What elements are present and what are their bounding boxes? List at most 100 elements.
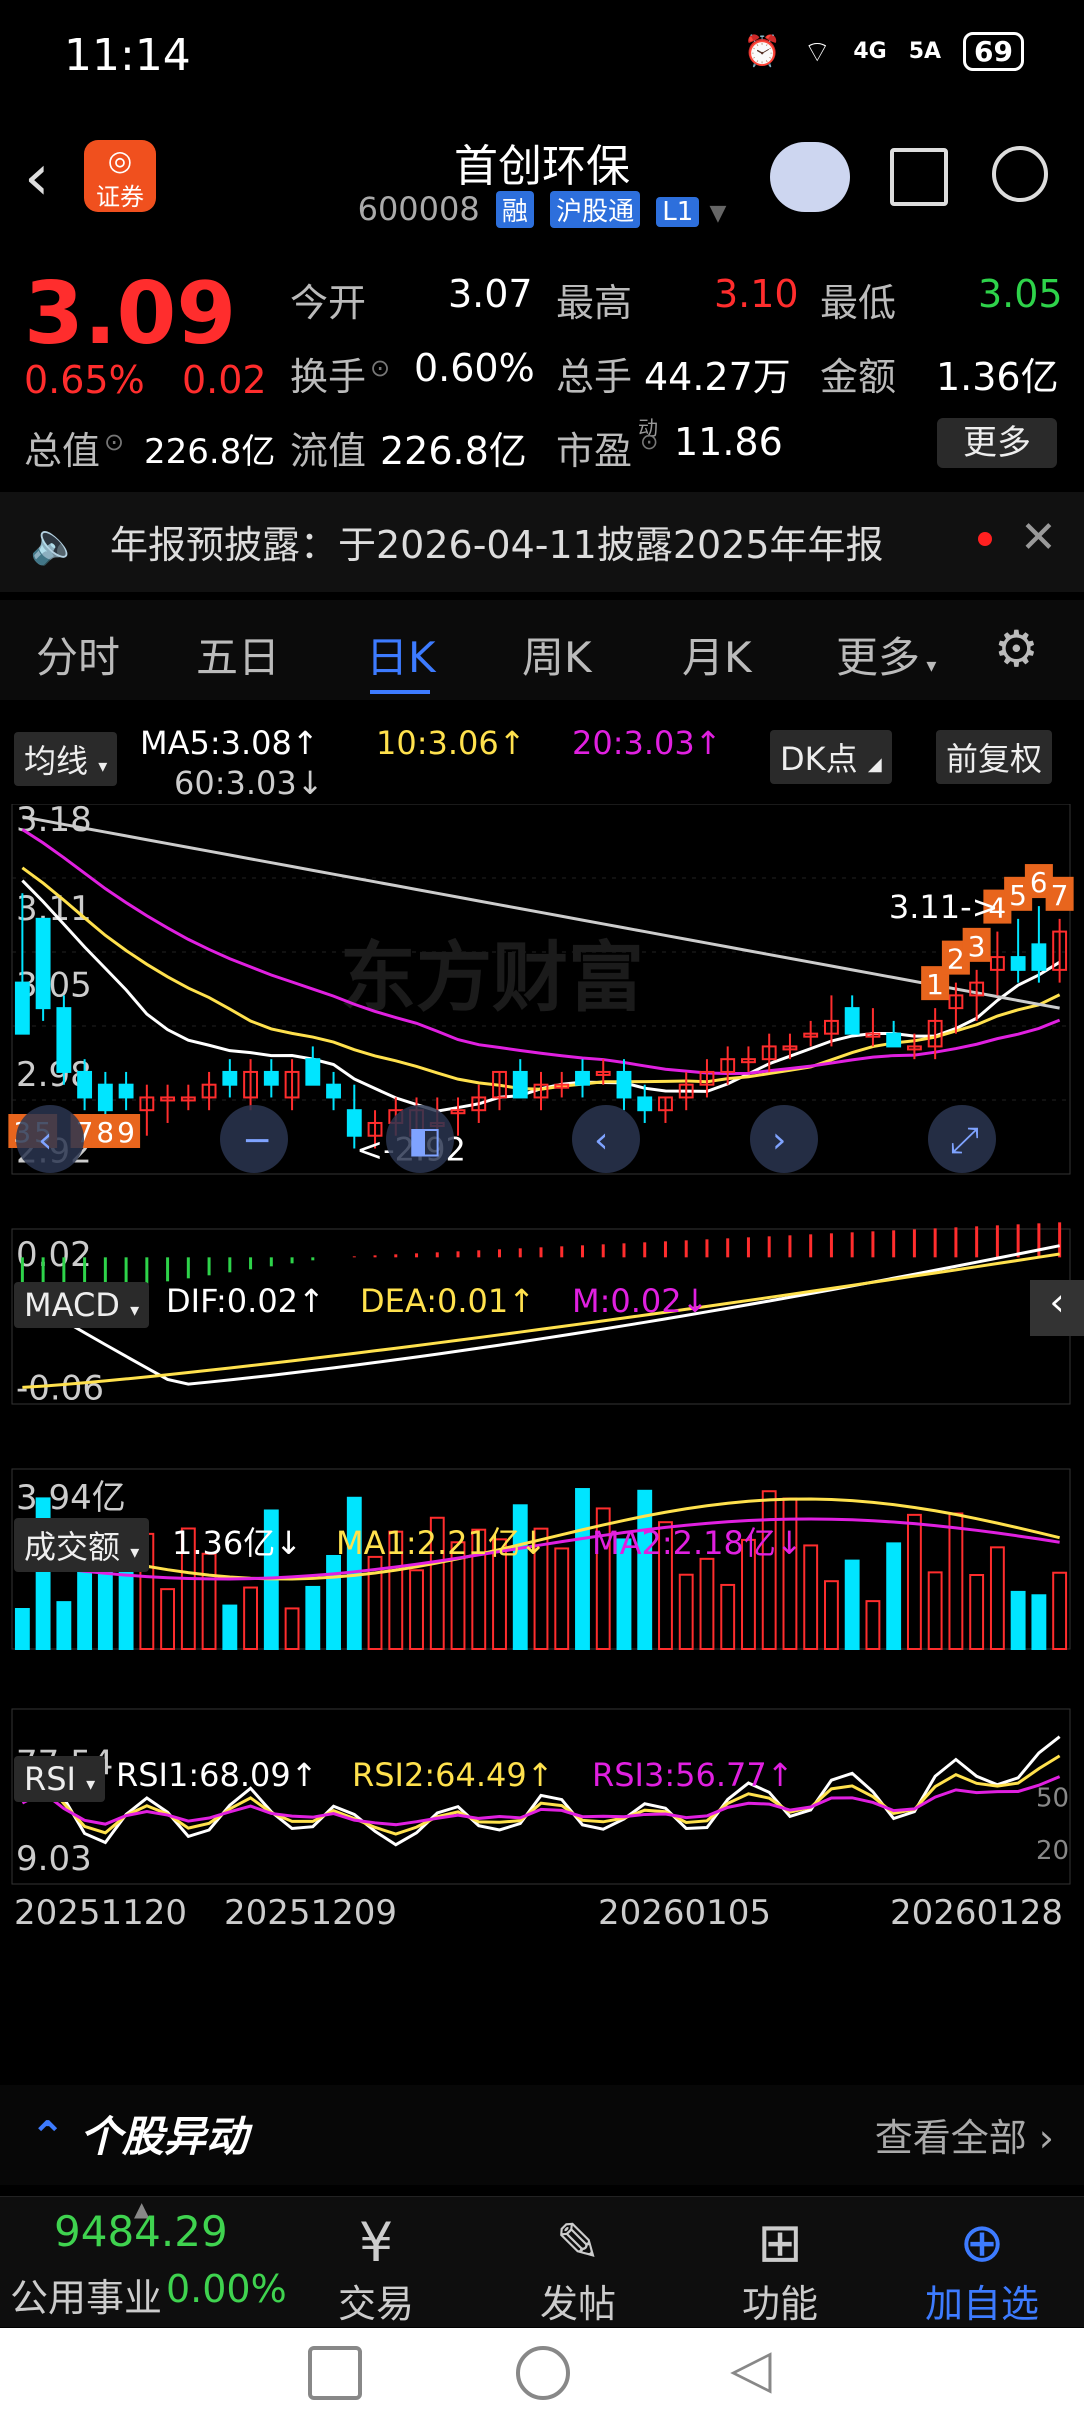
signal-mark-label: 1 bbox=[926, 968, 944, 1001]
volume-bar bbox=[284, 1607, 300, 1650]
candle-body bbox=[1031, 943, 1047, 971]
tab-weekly-k[interactable]: 周K bbox=[522, 624, 592, 685]
open-value: 3.07 bbox=[448, 272, 533, 316]
tab-monthly-k[interactable]: 月K bbox=[682, 624, 752, 685]
kline-chart-area[interactable]: 均线 ▾ MA5:3.08↑ 10:3.06↑ 20:3.03↑ 60:3.03… bbox=[0, 704, 1084, 2084]
notice-banner[interactable]: 🔈 年报预披露：于2026-04-11披露2025年年报 ✕ bbox=[0, 492, 1084, 592]
tag-margin: 融 bbox=[495, 191, 534, 228]
search-icon[interactable] bbox=[992, 146, 1048, 202]
rsi3-legend: RSI3:56.77↑ bbox=[592, 1756, 794, 1794]
function-button[interactable]: 功能 bbox=[710, 2273, 850, 2328]
add-watchlist-button[interactable]: 加自选 bbox=[912, 2273, 1052, 2328]
volume-bar bbox=[948, 1512, 964, 1650]
adjust-button[interactable]: 前复权 bbox=[936, 730, 1053, 784]
candle-body bbox=[886, 1032, 902, 1048]
tab-intraday[interactable]: 分时 bbox=[36, 624, 120, 685]
volume-bar bbox=[803, 1544, 819, 1650]
date-axis-label: 20260105 bbox=[598, 1893, 771, 1933]
volume-selector[interactable]: 成交额 ▾ bbox=[14, 1518, 150, 1572]
signal-5a-label: 5A bbox=[908, 39, 942, 64]
kline-svg[interactable]: 东方财富3.183.113.052.982.923578912345673.11… bbox=[0, 804, 1084, 2084]
pe-label: 市盈 bbox=[556, 429, 633, 473]
bottom-toolbar: ▲ 9484.29 公用事业 0.00% ¥ 交易 ✎ 发帖 ⊞ 功能 ⊕ 加自… bbox=[0, 2196, 1084, 2327]
tab-more[interactable]: 更多 ▾ bbox=[836, 624, 936, 685]
amount-label: 金额 bbox=[820, 355, 897, 399]
trade-icon[interactable]: ¥ bbox=[306, 2211, 446, 2274]
candle-body bbox=[637, 1096, 653, 1112]
volume-bar bbox=[160, 1588, 176, 1650]
max-price-note: 3.11-> bbox=[889, 888, 999, 926]
stock-alerts-section[interactable]: ⌃ 个股异动 查看全部 › bbox=[0, 2085, 1084, 2185]
function-icon[interactable]: ⊞ bbox=[710, 2211, 850, 2274]
mktcap-value: 226.8亿 bbox=[144, 432, 276, 472]
candle-body bbox=[575, 1070, 590, 1086]
post-icon[interactable]: ✎ bbox=[508, 2211, 648, 2274]
macd-selector[interactable]: MACD ▾ bbox=[14, 1282, 150, 1328]
index-value[interactable]: 9484.29 bbox=[54, 2207, 228, 2256]
collapse-panel-icon[interactable]: ‹ bbox=[1030, 1280, 1084, 1336]
rsi-selector-label: RSI bbox=[24, 1760, 76, 1798]
volume-selector-label: 成交额 bbox=[24, 1528, 121, 1566]
status-icons: ⏰ ⌔ 4G 5A 69 bbox=[744, 32, 1024, 71]
volume-bar bbox=[305, 1585, 321, 1651]
float-label: 流值 bbox=[290, 429, 367, 473]
info-icon[interactable]: ⊙ bbox=[104, 428, 124, 456]
date-axis-label: 20260128 bbox=[890, 1893, 1063, 1933]
index-name[interactable]: 公用事业 bbox=[10, 2267, 162, 2322]
stock-code: 600008 bbox=[357, 190, 480, 228]
volume-bar bbox=[844, 1559, 860, 1651]
mktcap-label: 总值 bbox=[24, 429, 101, 473]
volume-bar bbox=[678, 1573, 694, 1651]
chart-nav-icon: − bbox=[242, 1120, 272, 1161]
candle-body bbox=[1010, 956, 1026, 971]
rsi-axis-label: 9.03 bbox=[16, 1839, 92, 1879]
volume-bar bbox=[1031, 1594, 1047, 1651]
ma-selector[interactable]: 均线 ▾ bbox=[14, 732, 118, 786]
alarm-icon: ⏰ bbox=[743, 34, 782, 69]
trade-button[interactable]: 交易 bbox=[306, 2273, 446, 2328]
volume-ma2-legend: MA2:2.18亿↓ bbox=[592, 1524, 803, 1562]
info-icon[interactable]: ⊙ bbox=[370, 354, 390, 382]
close-icon[interactable]: ✕ bbox=[1020, 512, 1057, 563]
rsi-selector[interactable]: RSI ▾ bbox=[14, 1756, 106, 1802]
view-all-link[interactable]: 查看全部 › bbox=[875, 2107, 1054, 2162]
tab-daily-k[interactable]: 日K bbox=[366, 624, 436, 685]
volume-bar bbox=[886, 1542, 902, 1651]
post-button[interactable]: 发帖 bbox=[508, 2273, 648, 2328]
add-watchlist-icon[interactable]: ⊕ bbox=[912, 2211, 1052, 2274]
open-label: 今开 bbox=[290, 281, 367, 325]
high-value: 3.10 bbox=[714, 272, 799, 316]
tag-level: L1 bbox=[656, 197, 700, 227]
volume-bar bbox=[554, 1547, 570, 1651]
gear-icon[interactable]: ⚙ bbox=[994, 620, 1039, 678]
candle-body bbox=[56, 1007, 72, 1073]
signal-4g-label: 4G bbox=[853, 39, 887, 64]
macd-axis-label: 0.02 bbox=[16, 1235, 92, 1275]
ma-selector-label: 均线 bbox=[24, 742, 89, 780]
chart-nav-icon: ⤢ bbox=[950, 1120, 979, 1161]
dk-point-button[interactable]: DK点 ◢ bbox=[770, 730, 892, 784]
date-axis-label: 20251120 bbox=[14, 1893, 187, 1933]
volume-bar bbox=[56, 1601, 72, 1651]
rsi2-legend: RSI2:64.49↑ bbox=[352, 1756, 554, 1794]
macd-selector-label: MACD bbox=[24, 1286, 120, 1324]
home-icon[interactable] bbox=[516, 2346, 570, 2400]
volume-bar bbox=[222, 1604, 238, 1650]
candle-body bbox=[305, 1058, 321, 1086]
caret-down-icon: ▾ bbox=[98, 756, 108, 777]
tab-five-day[interactable]: 五日 bbox=[196, 624, 280, 685]
candle-body bbox=[326, 1083, 341, 1099]
section-title-label: 个股异动 bbox=[79, 2112, 248, 2161]
dk-point-label: DK点 bbox=[780, 740, 858, 778]
volume-bar bbox=[969, 1574, 985, 1651]
recent-apps-icon[interactable] bbox=[308, 2346, 362, 2400]
info-icon[interactable]: ⊙ bbox=[640, 430, 658, 455]
wifi-icon: ⌔ bbox=[803, 34, 832, 70]
chart-nav-icon: ‹ bbox=[38, 1120, 52, 1161]
nav-back-icon[interactable]: ◁ bbox=[730, 2342, 772, 2396]
more-button[interactable]: 更多 bbox=[937, 418, 1057, 468]
battery-icon: 69 bbox=[963, 32, 1024, 71]
share-icon[interactable] bbox=[890, 148, 948, 206]
rsi-level-label: 20 bbox=[1036, 1836, 1069, 1866]
robot-assistant-icon[interactable] bbox=[770, 142, 850, 212]
